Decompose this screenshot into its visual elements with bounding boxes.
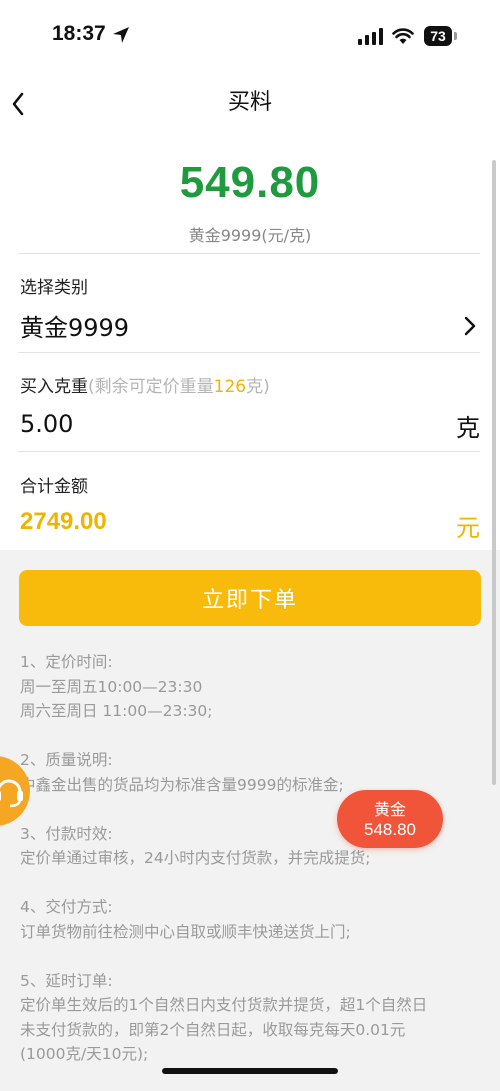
note-title: 4、交付方式: [20,898,113,916]
weight-hint-prefix: (剩余可定价重量 [88,377,214,397]
weight-hint-value: 126 [213,377,247,397]
note-line: 周六至周日 11:00—23:30; [20,702,213,720]
weight-label-text: 买入克重 [20,377,88,397]
category-label: 选择类别 [20,278,88,298]
note-line: (1000克/天10元); [20,1045,149,1063]
nav-bar: 买料 [0,72,500,136]
divider [18,451,480,452]
gold-badge-price: 548.80 [364,820,416,839]
current-price: 549.80 [179,158,321,207]
headset-icon [0,779,23,808]
note-title: 2、质量说明: [20,751,113,769]
note-title: 5、延时订单: [20,971,113,990]
battery-indicator: 73 [424,26,452,46]
scrollbar[interactable] [492,160,496,785]
note-line: 定价单通过审核，24小时内支付货款，并完成提货; [20,849,371,867]
status-time: 18:37 [52,22,106,45]
home-indicator[interactable] [162,1068,338,1074]
gold-price-badge[interactable]: 黄金 548.80 [337,790,443,848]
total-label: 合计金额 [20,477,88,497]
place-order-button[interactable]: 立即下单 [19,570,481,626]
weight-input[interactable] [18,406,422,442]
wifi-icon [392,28,414,44]
total-amount: 2749.00 [20,508,107,535]
divider [18,253,480,254]
gold-badge-name: 黄金 [373,800,406,819]
page-title: 买料 [227,90,272,115]
order-card: 549.80 黄金9999(元/克) 选择类别 黄金9999 买入克重(剩余可定… [0,136,500,550]
note-item: 1、定价时间: 周一至周五10:00—23:30 周六至周日 11:00—23:… [20,650,482,724]
weight-label: 买入克重(剩余可定价重量126克) [20,372,270,397]
chevron-right-icon [464,316,476,336]
category-value: 黄金9999 [20,314,130,342]
signal-icon [358,28,383,45]
battery-cap [454,32,457,40]
price-unit-label: 黄金9999(元/克) [188,226,312,245]
weight-unit: 克 [456,414,480,442]
order-notes: 1、定价时间: 周一至周五10:00—23:30 周六至周日 11:00—23:… [20,650,482,1091]
divider [18,352,480,353]
note-line: 定价单生效后的1个自然日内支付货款并提货，超1个自然日 [20,996,428,1014]
note-title: 1、定价时间: [20,653,113,671]
status-bar: 18:37 73 [0,0,500,72]
note-line: 周一至周五10:00—23:30 [20,677,203,696]
note-line: 未支付货款的，即第2个自然日起，收取每克每天0.01元 [20,1020,406,1039]
category-selector[interactable]: 黄金9999 [0,304,500,348]
weight-hint-suffix: 克) [246,377,270,397]
note-item: 5、延时订单: 定价单生效后的1个自然日内支付货款并提货，超1个自然日 未支付货… [20,969,482,1067]
location-arrow-icon [113,27,129,43]
total-unit: 元 [456,514,480,542]
note-item: 4、交付方式: 订单货物前往检测中心自取或顺丰快递送货上门; [20,895,482,944]
note-line: 订单货物前往检测中心自取或顺丰快递送货上门; [20,922,351,941]
